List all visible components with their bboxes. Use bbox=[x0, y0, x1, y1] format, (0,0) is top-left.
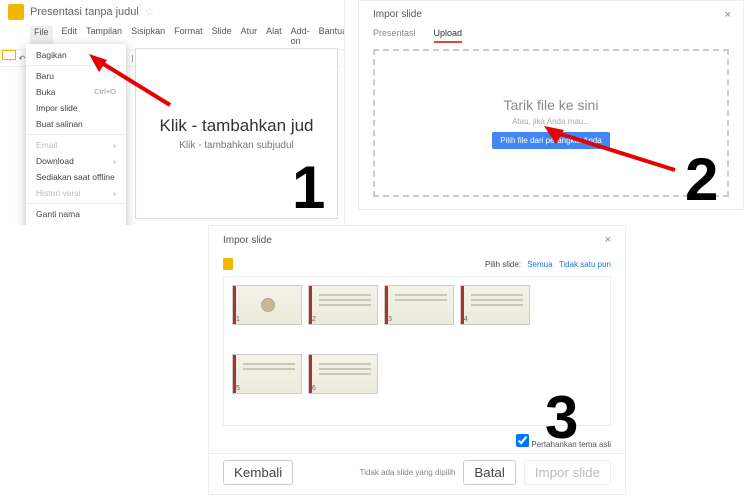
dd-history[interactable]: Histori versi bbox=[26, 185, 126, 201]
dd-make-copy[interactable]: Buat salinan bbox=[26, 116, 126, 132]
dd-offline[interactable]: Sediakan saat offline bbox=[26, 169, 126, 185]
menu-format[interactable]: Format bbox=[174, 26, 203, 46]
slide-thumb[interactable]: 1 bbox=[232, 285, 302, 325]
slide-thumb[interactable]: 5 bbox=[232, 354, 302, 394]
pick-file-button[interactable]: Pilih file dari perangkat Anda bbox=[492, 132, 609, 149]
file-dropdown: Bagikan Baru BukaCtrl+O Impor slide Buat… bbox=[26, 44, 126, 225]
tab-presentasi[interactable]: Presentasi bbox=[373, 28, 416, 43]
selection-status: Tidak ada slide yang dipilih bbox=[360, 468, 456, 477]
import-tabs: Presentasi Upload bbox=[373, 28, 729, 43]
slide-thumb-pane bbox=[2, 48, 18, 219]
dialog-title: Impor slide bbox=[373, 9, 729, 20]
step-number-3: 3 bbox=[545, 388, 578, 448]
slide-thumb[interactable]: 4 bbox=[460, 285, 530, 325]
dialog-title: Impor slide bbox=[223, 235, 272, 246]
step-number-1: 1 bbox=[292, 158, 325, 218]
slides-logo-icon bbox=[8, 4, 24, 20]
slide-title-placeholder[interactable]: Klik - tambahkan jud bbox=[159, 116, 313, 136]
tab-upload[interactable]: Upload bbox=[434, 28, 463, 43]
slide-subtitle-placeholder[interactable]: Klik - tambahkan subjudul bbox=[179, 140, 294, 151]
slide-thumb[interactable]: 2 bbox=[308, 285, 378, 325]
star-icon[interactable]: ☆ bbox=[145, 7, 154, 18]
select-slides-links: Pilih slide: Semua Tidak satu pun bbox=[485, 260, 611, 269]
menu-addon[interactable]: Add-on bbox=[291, 26, 310, 46]
panel-import-select: Impor slide × Pilih slide: Semua Tidak s… bbox=[208, 225, 626, 495]
dd-email[interactable]: Email bbox=[26, 137, 126, 153]
dd-trash[interactable]: Pindahkan ke sampah bbox=[26, 222, 126, 225]
dd-rename[interactable]: Ganti nama bbox=[26, 206, 126, 222]
slide-thumb[interactable]: 6 bbox=[308, 354, 378, 394]
back-button[interactable]: Kembali bbox=[223, 460, 293, 485]
close-icon[interactable]: × bbox=[725, 9, 731, 21]
menu-slide[interactable]: Slide bbox=[212, 26, 232, 46]
slide-thumb[interactable]: 3 bbox=[384, 285, 454, 325]
dd-import-slides[interactable]: Impor slide bbox=[26, 100, 126, 116]
menu-edit[interactable]: Edit bbox=[62, 26, 78, 46]
menu-arrange[interactable]: Atur bbox=[241, 26, 258, 46]
doc-title[interactable]: Presentasi tanpa judul bbox=[30, 6, 139, 18]
import-button[interactable]: Impor slide bbox=[524, 460, 611, 485]
upload-dropzone[interactable]: Tarik file ke sini Atau, jika Anda mau..… bbox=[373, 49, 729, 197]
close-icon[interactable]: × bbox=[605, 234, 611, 246]
source-file-icon bbox=[223, 258, 233, 270]
cancel-button[interactable]: Batal bbox=[463, 460, 515, 485]
menu-insert[interactable]: Sisipkan bbox=[131, 26, 165, 46]
dd-new[interactable]: Baru bbox=[26, 68, 126, 84]
select-none-link[interactable]: Tidak satu pun bbox=[559, 260, 611, 269]
slide-thumb[interactable] bbox=[2, 50, 16, 60]
dropzone-or: Atau, jika Anda mau... bbox=[512, 117, 590, 126]
menu-view[interactable]: Tampilan bbox=[86, 26, 122, 46]
dd-download[interactable]: Download bbox=[26, 153, 126, 169]
dd-open[interactable]: BukaCtrl+O bbox=[26, 84, 126, 100]
menu-file[interactable]: File bbox=[30, 26, 53, 46]
menu-help[interactable]: Bantuan bbox=[319, 26, 345, 46]
menu-tools[interactable]: Alat bbox=[266, 26, 282, 46]
dd-share[interactable]: Bagikan bbox=[26, 47, 126, 63]
select-all-link[interactable]: Semua bbox=[527, 260, 552, 269]
dropzone-text: Tarik file ke sini bbox=[504, 97, 599, 113]
step-number-2: 2 bbox=[685, 150, 718, 210]
undo-icon[interactable]: ↶ bbox=[19, 54, 26, 63]
titlebar: Presentasi tanpa judul ☆ bbox=[0, 0, 344, 24]
